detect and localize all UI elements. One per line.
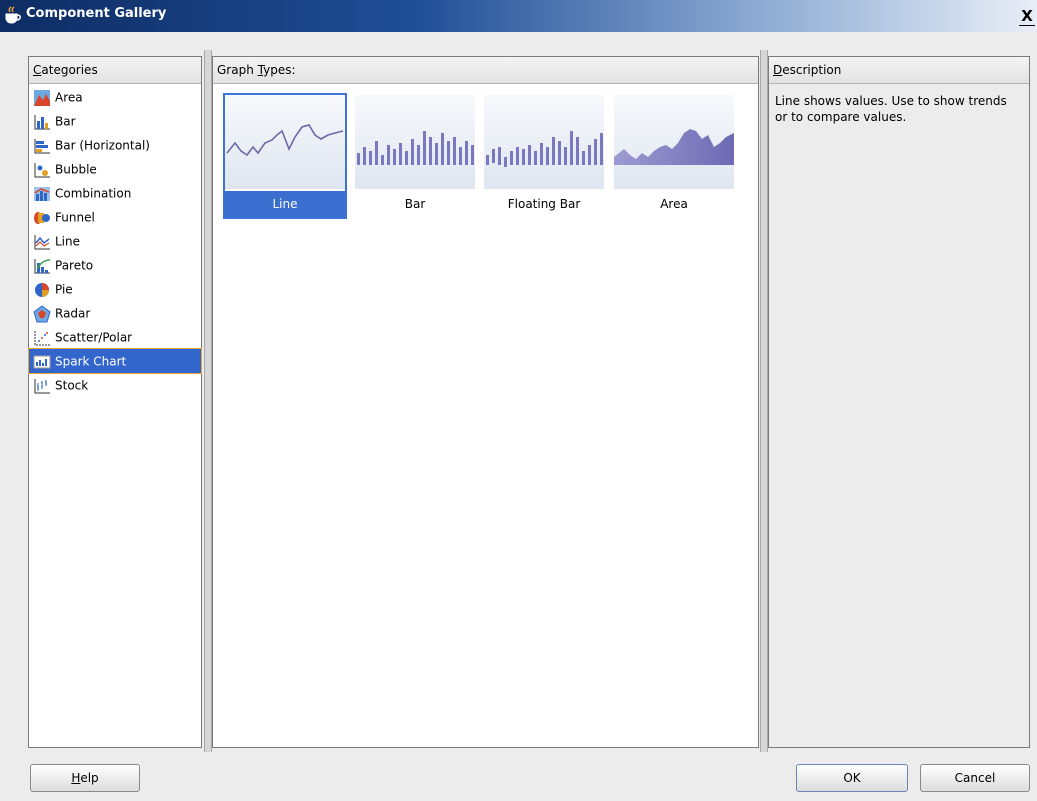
graph-type-label: Line bbox=[225, 191, 345, 217]
graph-types-header: Graph Types: bbox=[213, 57, 758, 84]
category-item-pie[interactable]: Pie bbox=[29, 277, 201, 301]
scatter-chart-icon bbox=[34, 330, 50, 345]
categories-panel: Categories Area Bar Bar (Horizontal) Bub… bbox=[28, 56, 202, 748]
category-item-line[interactable]: Line bbox=[29, 229, 201, 253]
cancel-button[interactable]: Cancel bbox=[920, 764, 1030, 792]
graph-type-label: Floating Bar bbox=[507, 197, 581, 211]
funnel-chart-icon bbox=[34, 211, 50, 224]
line-chart-icon bbox=[34, 234, 50, 249]
floating-bar-thumbnail bbox=[484, 95, 604, 189]
splitter-left[interactable] bbox=[204, 50, 212, 752]
bubble-chart-icon bbox=[34, 162, 50, 177]
pie-chart-icon bbox=[35, 282, 49, 297]
help-button[interactable]: Help bbox=[30, 764, 140, 792]
area-thumbnail bbox=[614, 95, 734, 189]
category-item-bar[interactable]: Bar bbox=[29, 109, 201, 133]
radar-chart-icon bbox=[33, 304, 51, 322]
graph-type-line[interactable]: Line bbox=[223, 93, 347, 219]
graph-types-panel: Graph Types: Line Bar Floating Bar Area bbox=[212, 56, 759, 748]
ok-button[interactable]: OK bbox=[796, 764, 908, 792]
line-thumbnail bbox=[225, 95, 345, 189]
title-bar[interactable]: Component Gallery X bbox=[0, 0, 1037, 32]
category-item-bubble[interactable]: Bubble bbox=[29, 157, 201, 181]
stock-chart-icon bbox=[34, 378, 50, 393]
category-item-bar-horizontal[interactable]: Bar (Horizontal) bbox=[29, 133, 201, 157]
category-item-spark-chart[interactable]: Spark Chart bbox=[28, 348, 202, 374]
description-header: Description bbox=[769, 57, 1029, 84]
bar-chart-icon bbox=[34, 114, 50, 129]
window-title: Component Gallery bbox=[26, 6, 167, 21]
horizontal-bar-chart-icon bbox=[34, 138, 50, 153]
splitter-right[interactable] bbox=[760, 50, 768, 752]
category-list: Area Bar Bar (Horizontal) Bubble Combina… bbox=[28, 85, 202, 397]
component-gallery-dialog: Component Gallery X Categories Area Bar … bbox=[0, 0, 1037, 801]
description-text: Line shows values. Use to show trends or… bbox=[775, 94, 1007, 124]
graph-type-bar[interactable]: Bar bbox=[353, 93, 477, 219]
category-item-pareto[interactable]: Pareto bbox=[29, 253, 201, 277]
combination-chart-icon bbox=[34, 186, 50, 201]
area-chart-icon bbox=[34, 89, 50, 106]
close-button[interactable]: X bbox=[1019, 7, 1035, 26]
category-item-radar[interactable]: Radar bbox=[29, 301, 201, 325]
categories-header: Categories bbox=[29, 57, 201, 84]
spark-chart-icon bbox=[33, 355, 51, 368]
coffee-cup-icon bbox=[5, 6, 21, 24]
bar-thumbnail bbox=[355, 95, 475, 189]
pareto-chart-icon bbox=[34, 258, 51, 273]
category-item-funnel[interactable]: Funnel bbox=[29, 205, 201, 229]
category-item-scatter-polar[interactable]: Scatter/Polar bbox=[29, 325, 201, 349]
graph-type-floating-bar[interactable]: Floating Bar bbox=[482, 93, 606, 219]
graph-type-area[interactable]: Area bbox=[612, 93, 736, 219]
graph-type-label: Area bbox=[660, 197, 688, 211]
description-panel: Description Line shows values. Use to sh… bbox=[768, 56, 1030, 748]
category-item-area[interactable]: Area bbox=[29, 85, 201, 109]
category-item-combination[interactable]: Combination bbox=[29, 181, 201, 205]
category-item-stock[interactable]: Stock bbox=[29, 373, 201, 397]
graph-type-label: Bar bbox=[404, 197, 426, 211]
